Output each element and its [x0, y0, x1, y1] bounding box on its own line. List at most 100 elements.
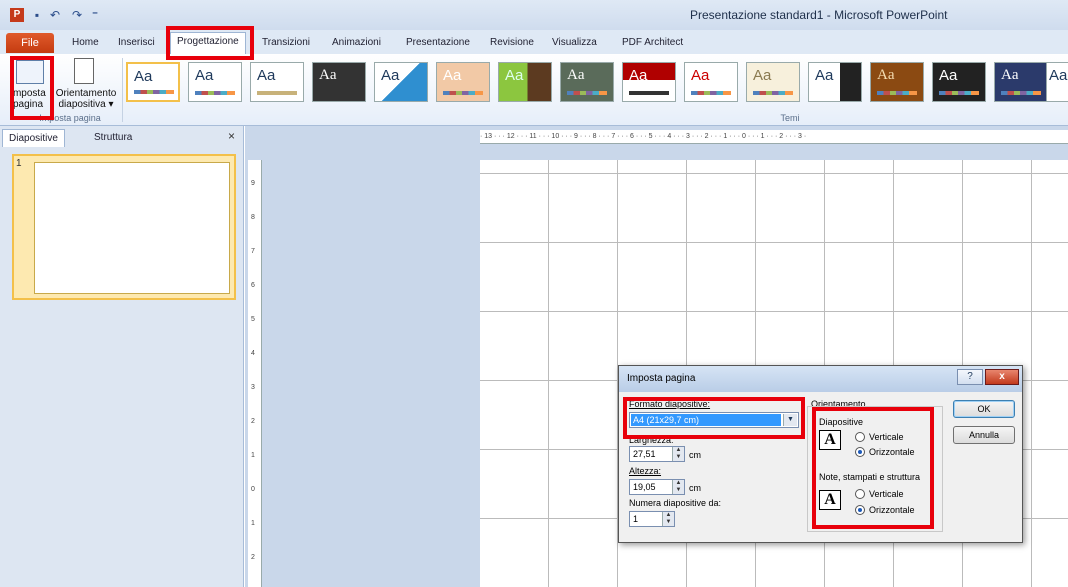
theme-10[interactable]: Aa	[684, 62, 738, 102]
vertical-ruler-label: 2	[251, 554, 255, 561]
numera-label: Numera diapositive da:	[629, 498, 722, 508]
theme-12[interactable]: Aa	[808, 62, 862, 102]
tab-diapositive[interactable]: Diapositive	[2, 129, 65, 147]
theme-14[interactable]: Aa	[932, 62, 986, 102]
spin-arrows-icon[interactable]: ▲ ▼	[672, 447, 684, 461]
dialog-titlebar: Imposta pagina ? x	[619, 366, 1022, 392]
tab-presentazione[interactable]: Presentazione	[400, 34, 476, 54]
vertical-ruler-label: 0	[251, 486, 255, 493]
theme-sample-text: Aa	[443, 67, 462, 84]
tab-home[interactable]: Home	[66, 34, 105, 54]
theme-sample-text: Aa	[691, 67, 710, 84]
tab-file[interactable]: File	[6, 33, 54, 53]
orientamento-label-2: diapositiva ▾	[58, 99, 114, 110]
vertical-ruler-label: 8	[251, 214, 255, 221]
title-bar: P ▪ ↶ ↷ ⁼ Presentazione standard1 - Micr…	[0, 0, 1068, 30]
larghezza-value: 27,51	[633, 449, 656, 459]
tab-visualizza[interactable]: Visualizza	[546, 34, 603, 54]
group-label-temi: Temi	[780, 113, 800, 123]
altezza-value: 19,05	[633, 482, 656, 492]
tab-transizioni[interactable]: Transizioni	[256, 34, 316, 54]
close-panel-icon[interactable]: ×	[228, 129, 235, 143]
theme-sample-text: Aa	[1049, 67, 1068, 84]
orientamento-diapositiva-button[interactable]: Orientamento diapositiva ▾	[54, 88, 118, 110]
group-divider	[122, 58, 123, 122]
theme-7[interactable]: Aa	[498, 62, 552, 102]
vertical-ruler-label: 1	[251, 520, 255, 527]
highlight-orientamento	[812, 407, 934, 529]
theme-sample-text: Aa	[939, 67, 958, 84]
theme-13[interactable]: Aa	[870, 62, 924, 102]
larghezza-stepper[interactable]: 27,51 ▲ ▼	[629, 446, 685, 462]
tab-inserisci[interactable]: Inserisci	[112, 34, 161, 54]
theme-6[interactable]: Aa	[436, 62, 490, 102]
theme-9[interactable]: Aa	[622, 62, 676, 102]
altezza-stepper[interactable]: 19,05 ▲ ▼	[629, 479, 685, 495]
undo-icon[interactable]: ↶	[48, 8, 62, 22]
vertical-ruler-label: 6	[251, 282, 255, 289]
vertical-ruler-label: 4	[251, 350, 255, 357]
redo-icon[interactable]: ↷	[70, 8, 84, 22]
theme-15[interactable]: Aa	[994, 62, 1048, 102]
customize-qat-icon[interactable]: ⁼	[88, 8, 102, 22]
theme-sample-text: Aa	[567, 67, 585, 83]
dialog-close-button[interactable]: x	[985, 369, 1019, 385]
vertical-ruler-label: 5	[251, 316, 255, 323]
theme-sample-text: Aa	[877, 67, 895, 83]
spin-arrows-icon[interactable]: ▲ ▼	[672, 480, 684, 494]
vertical-ruler: 9 8 7 6 5 4 3 2 1 0 1 2	[248, 160, 262, 587]
window-title: Presentazione standard1 - Microsoft Powe…	[690, 8, 948, 22]
slide-thumbnail[interactable]: 1	[12, 154, 236, 300]
numera-stepper[interactable]: 1 ▲ ▼	[629, 511, 675, 527]
theme-sample-text: Aa	[134, 68, 153, 85]
theme-3[interactable]: Aa	[250, 62, 304, 102]
spin-arrows-icon[interactable]: ▲ ▼	[662, 512, 674, 526]
annulla-button[interactable]: Annulla	[953, 426, 1015, 444]
highlight-formato-select	[623, 397, 805, 439]
vertical-ruler-label: 1	[251, 452, 255, 459]
theme-4[interactable]: Aa	[312, 62, 366, 102]
vertical-ruler-label: 9	[251, 180, 255, 187]
powerpoint-logo-icon: P	[10, 8, 24, 22]
help-button[interactable]: ?	[957, 369, 983, 385]
theme-sample-text: Aa	[753, 67, 772, 84]
theme-8[interactable]: Aa	[560, 62, 614, 102]
theme-sample-text: Aa	[815, 67, 834, 84]
slide-orientation-icon	[74, 58, 94, 84]
highlight-progettazione-tab	[166, 26, 254, 60]
theme-sample-text: Aa	[381, 67, 400, 84]
theme-sample-text: Aa	[505, 67, 524, 84]
horizontal-ruler: · 13 · · · 12 · · · 11 · · · 10 · · · 9 …	[480, 130, 1068, 144]
highlight-imposta-pagina	[10, 56, 54, 120]
theme-office[interactable]: Aa	[126, 62, 180, 102]
ok-button[interactable]: OK	[953, 400, 1015, 418]
theme-11[interactable]: Aa	[746, 62, 800, 102]
save-icon[interactable]: ▪	[30, 8, 44, 22]
theme-16[interactable]: Aa	[1046, 62, 1068, 102]
altezza-unit: cm	[689, 483, 701, 493]
theme-2[interactable]: Aa	[188, 62, 242, 102]
theme-sample-text: Aa	[257, 67, 276, 84]
ribbon-tab-bar: File Home Inserisci Progettazione Transi…	[0, 30, 1068, 54]
altezza-label: Altezza:	[629, 466, 662, 476]
theme-sample-text: Aa	[1001, 67, 1019, 83]
numera-value: 1	[633, 514, 639, 524]
vertical-ruler-label: 7	[251, 248, 255, 255]
tab-pdf-architect[interactable]: PDF Architect	[616, 34, 689, 54]
orientamento-label-1: Orientamento	[55, 88, 117, 99]
theme-5[interactable]: Aa	[374, 62, 428, 102]
vertical-ruler-label: 2	[251, 418, 255, 425]
tab-revisione[interactable]: Revisione	[484, 34, 540, 54]
tab-struttura[interactable]: Struttura	[88, 129, 138, 147]
ribbon: Imposta pagina Orientamento diapositiva …	[0, 54, 1068, 126]
vertical-ruler-label: 3	[251, 384, 255, 391]
larghezza-unit: cm	[689, 450, 701, 460]
theme-sample-text: Aa	[195, 67, 214, 84]
theme-sample-text: Aa	[319, 67, 337, 83]
slide-number: 1	[16, 158, 22, 169]
dialog-title: Imposta pagina	[627, 373, 696, 384]
slides-panel: Diapositive Struttura × 1	[0, 126, 244, 587]
slide-thumbnail-preview	[34, 162, 230, 294]
theme-sample-text: Aa	[629, 67, 648, 84]
tab-animazioni[interactable]: Animazioni	[326, 34, 387, 54]
